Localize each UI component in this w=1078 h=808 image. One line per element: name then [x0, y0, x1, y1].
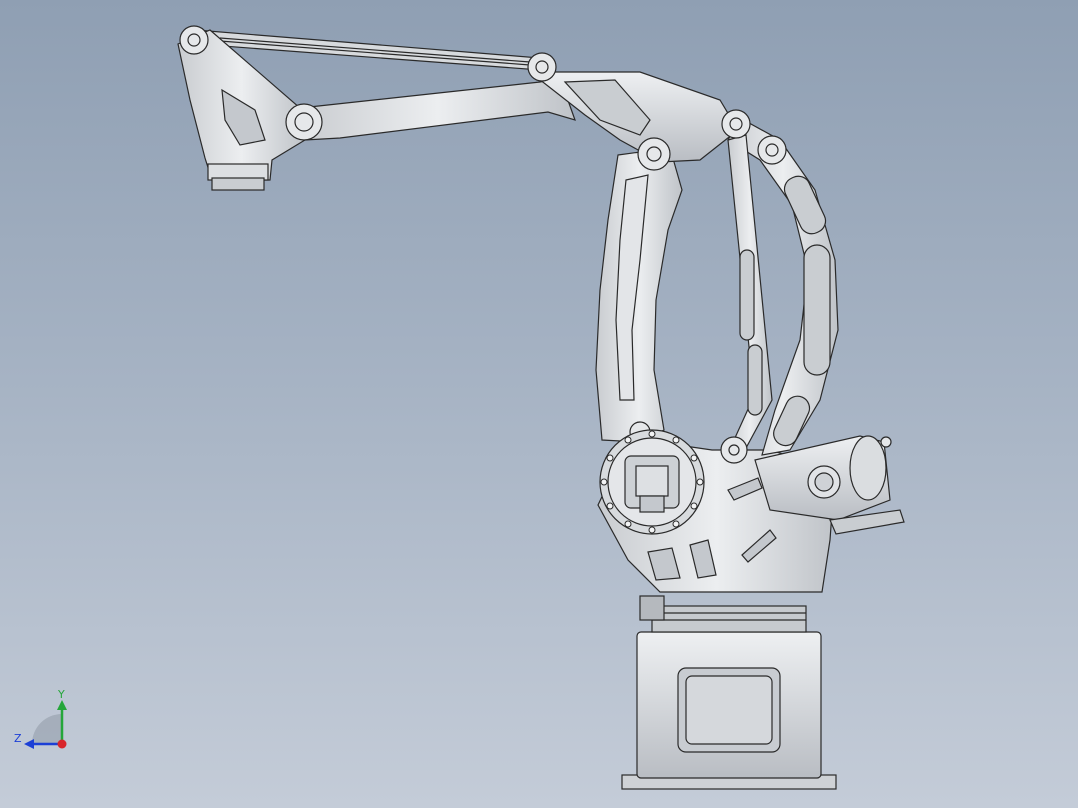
y-axis-arrow: [57, 700, 67, 710]
y-axis-label: Y: [57, 688, 65, 701]
base-pedestal: [621, 595, 837, 790]
cad-viewport[interactable]: Y Z: [0, 0, 1078, 808]
robot-arm-model[interactable]: [0, 0, 1078, 808]
z-axis-label: Z: [14, 732, 22, 745]
shoulder-flange: [599, 429, 705, 535]
upper-arm-beam: [299, 71, 739, 163]
z-axis-arrow: [24, 739, 34, 749]
x-axis-dot: [57, 739, 67, 749]
orientation-triad: Y Z: [14, 688, 67, 749]
tie-rod: [727, 134, 773, 449]
lower-arm: [595, 147, 683, 443]
